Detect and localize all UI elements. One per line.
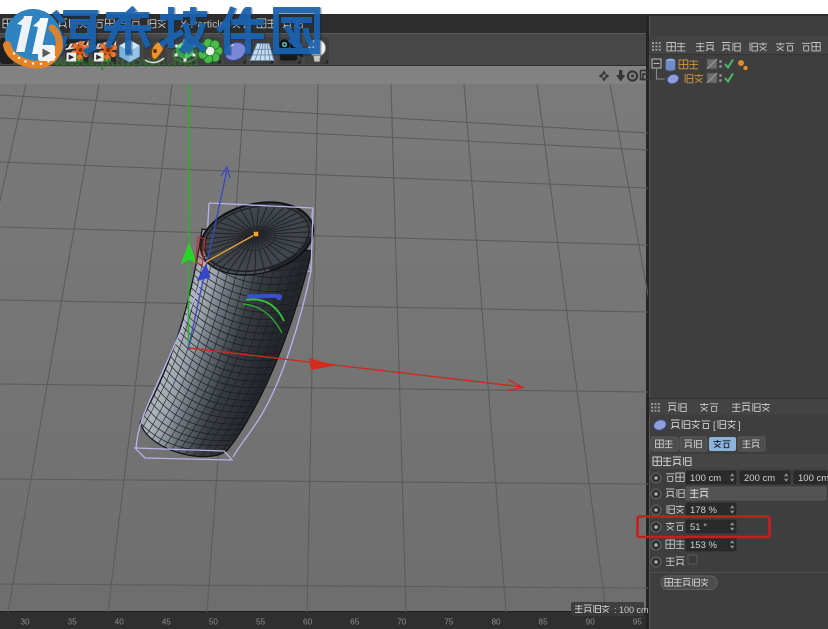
svg-text:100 cm: 100 cm [798,473,828,484]
svg-text:200 cm: 200 cm [744,473,775,484]
svg-text:153 %: 153 % [690,540,717,551]
svg-text:40: 40 [115,618,125,627]
svg-text:50: 50 [209,618,219,627]
svg-text:45: 45 [162,618,172,627]
svg-text:60: 60 [303,618,313,627]
svg-text:95: 95 [633,618,643,627]
svg-text:70: 70 [397,618,407,627]
svg-text:[: [ [713,421,716,432]
svg-text:65: 65 [350,618,360,627]
svg-text:]: ] [738,421,741,432]
svg-text:100 cm: 100 cm [690,473,721,484]
svg-text:55: 55 [256,618,266,627]
svg-text:35: 35 [68,618,78,627]
svg-text:: 100 cm: : 100 cm [614,605,649,615]
svg-text:51 °: 51 ° [690,522,707,533]
svg-text:75: 75 [444,618,454,627]
svg-text:30: 30 [20,618,30,627]
svg-text:178 %: 178 % [690,505,717,516]
svg-text:85: 85 [539,618,549,627]
svg-text:90: 90 [586,618,596,627]
svg-text:80: 80 [491,618,501,627]
